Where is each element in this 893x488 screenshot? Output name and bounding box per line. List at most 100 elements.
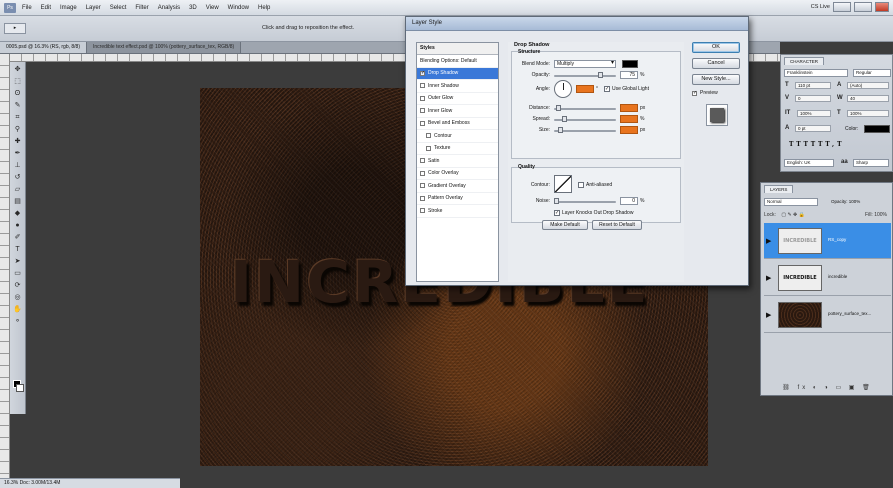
distance-input[interactable]: 10: [620, 104, 638, 112]
crop-tool-icon[interactable]: ⌗: [12, 113, 24, 122]
hand-tool-icon[interactable]: ✋: [12, 305, 24, 314]
angle-input[interactable]: 90: [576, 85, 594, 93]
lock-icons[interactable]: ▢ ✎ ✥ 🔒: [781, 212, 805, 218]
eye-icon[interactable]: ▶: [766, 274, 771, 282]
eyedropper-tool-icon[interactable]: ⚲: [12, 125, 24, 134]
layer-row[interactable]: ▶ pottery_surface_tex...: [764, 297, 891, 333]
style-checkbox[interactable]: [420, 208, 425, 214]
spread-slider-thumb[interactable]: [562, 116, 567, 122]
marquee-tool-icon[interactable]: ⬚: [12, 77, 24, 86]
eye-icon[interactable]: ▶: [766, 311, 771, 319]
style-checkbox[interactable]: [420, 195, 425, 201]
dialog-title[interactable]: Layer Style: [406, 17, 748, 31]
horizontal-scale-field[interactable]: 100%: [847, 110, 889, 117]
layer-row[interactable]: ▶ INCREDIBLE RS_copy: [764, 223, 891, 259]
menu-window[interactable]: Window: [228, 5, 249, 11]
kerning-field[interactable]: 0: [795, 95, 831, 102]
style-item-color-overlay[interactable]: Color Overlay: [417, 168, 498, 180]
menu-layer[interactable]: Layer: [86, 5, 101, 11]
style-checkbox[interactable]: [426, 133, 431, 139]
style-checkbox[interactable]: [420, 108, 425, 114]
layer-name[interactable]: RS_copy: [828, 237, 846, 242]
noise-slider-thumb[interactable]: [554, 198, 559, 204]
style-checkbox[interactable]: [420, 158, 425, 164]
preview-checkbox[interactable]: ✓: [692, 90, 697, 96]
menu-image[interactable]: Image: [60, 5, 77, 11]
document-tab-2[interactable]: Incredible text effect.psd @ 100% (potte…: [87, 42, 242, 53]
vertical-ruler[interactable]: [0, 54, 10, 488]
menu-view[interactable]: View: [206, 5, 219, 11]
angle-dial-icon[interactable]: [554, 80, 572, 98]
layers-footer-buttons[interactable]: ⛓ fx ◐ ◑ ▭ ▣ 🗑: [764, 384, 891, 392]
menu-3d[interactable]: 3D: [189, 5, 197, 11]
layer-opacity-field[interactable]: Opacity: 100%: [831, 199, 860, 204]
clone-stamp-tool-icon[interactable]: ⊥: [12, 161, 24, 170]
eraser-tool-icon[interactable]: ▱: [12, 185, 24, 194]
style-checkbox[interactable]: [420, 95, 425, 101]
tracking-field[interactable]: 40: [847, 95, 889, 102]
menu-filter[interactable]: Filter: [135, 5, 148, 11]
styles-list-header[interactable]: Styles: [417, 43, 498, 55]
opacity-slider[interactable]: [554, 72, 616, 78]
layers-tab[interactable]: LAYERS: [764, 185, 794, 193]
style-item-gradient-overlay[interactable]: Gradient Overlay: [417, 180, 498, 193]
style-item-contour[interactable]: Contour: [417, 130, 498, 143]
type-tool-icon[interactable]: T: [12, 245, 24, 254]
layer-row[interactable]: ▶ INCREDIBLE incredible: [764, 260, 891, 296]
menu-select[interactable]: Select: [110, 5, 127, 11]
style-item-stroke[interactable]: Stroke: [417, 205, 498, 218]
menu-help[interactable]: Help: [258, 5, 270, 11]
style-checkbox[interactable]: ✓: [420, 70, 425, 76]
shadow-color-swatch[interactable]: [622, 60, 638, 68]
text-format-buttons[interactable]: TTTTTT,T: [789, 141, 845, 148]
noise-input[interactable]: 0: [620, 197, 638, 205]
zoom-tool-icon[interactable]: ⚬: [12, 317, 24, 326]
make-default-button[interactable]: Make Default: [542, 220, 588, 230]
fill-field[interactable]: Fill: 100%: [865, 211, 887, 219]
menu-analysis[interactable]: Analysis: [158, 5, 180, 11]
style-item-blending-options-default[interactable]: Blending Options: Default: [417, 55, 498, 68]
style-checkbox[interactable]: [420, 183, 425, 189]
spread-input[interactable]: 15: [620, 115, 638, 123]
text-color-swatch[interactable]: [864, 125, 890, 133]
noise-slider[interactable]: [554, 198, 616, 204]
close-button[interactable]: [875, 2, 889, 12]
style-item-texture[interactable]: Texture: [417, 143, 498, 155]
baseline-shift-field[interactable]: 0 pt: [795, 125, 831, 132]
layer-name[interactable]: pottery_surface_tex...: [828, 311, 871, 316]
tool-preset-picker[interactable]: ▸: [4, 23, 26, 34]
anti-alias-select[interactable]: Sharp: [853, 159, 889, 167]
font-family-select[interactable]: Franklinstein: [784, 69, 848, 77]
knockout-checkbox[interactable]: ✓: [554, 210, 560, 216]
dodge-tool-icon[interactable]: ●: [12, 221, 24, 230]
leading-field[interactable]: (Auto): [847, 82, 889, 89]
document-tab-1[interactable]: 0005.psd @ 16.3% (RS, rgb, 8/8): [0, 42, 88, 53]
gradient-tool-icon[interactable]: ▤: [12, 197, 24, 206]
style-checkbox[interactable]: [420, 120, 425, 126]
font-size-field[interactable]: 110 pt: [795, 82, 831, 89]
distance-slider-thumb[interactable]: [556, 105, 561, 111]
style-item-outer-glow[interactable]: Outer Glow: [417, 93, 498, 105]
style-item-inner-shadow[interactable]: Inner Shadow: [417, 80, 498, 93]
font-style-select[interactable]: Regular: [853, 69, 891, 77]
move-tool-icon[interactable]: ✥: [12, 65, 24, 74]
global-light-checkbox[interactable]: ✓: [604, 86, 610, 92]
3d-orbit-tool-icon[interactable]: ◎: [12, 293, 24, 302]
size-slider-thumb[interactable]: [558, 127, 563, 133]
style-item-pattern-overlay[interactable]: Pattern Overlay: [417, 193, 498, 205]
pen-tool-icon[interactable]: ✐: [12, 233, 24, 242]
style-item-drop-shadow[interactable]: ✓ Drop Shadow: [417, 67, 498, 80]
size-input[interactable]: 15: [620, 126, 638, 134]
anti-aliased-checkbox[interactable]: [578, 182, 584, 188]
brush-tool-icon[interactable]: ✒: [12, 149, 24, 158]
path-select-tool-icon[interactable]: ➤: [12, 257, 24, 266]
blend-mode-select[interactable]: Multiply: [554, 60, 616, 68]
quick-select-tool-icon[interactable]: ✎: [12, 101, 24, 110]
background-color-swatch[interactable]: [16, 384, 24, 392]
style-checkbox[interactable]: [420, 83, 425, 89]
style-checkbox[interactable]: [426, 145, 431, 151]
reset-default-button[interactable]: Reset to Default: [592, 220, 642, 230]
layer-blend-mode-select[interactable]: Normal: [764, 198, 818, 206]
style-checkbox[interactable]: [420, 170, 425, 176]
contour-picker[interactable]: [554, 175, 572, 193]
